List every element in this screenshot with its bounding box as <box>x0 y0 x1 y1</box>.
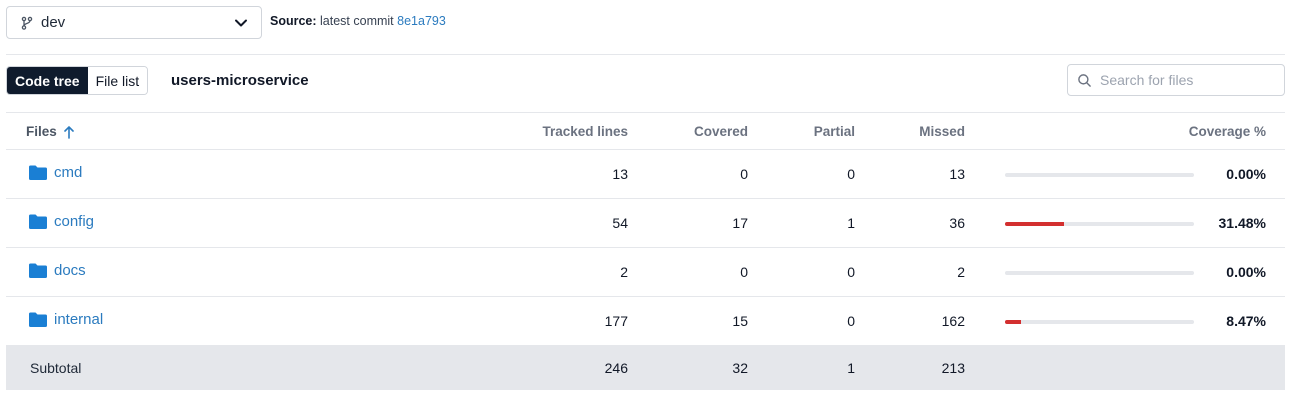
view-toggle: Code tree File list <box>6 66 149 95</box>
table-row: docs 2 0 0 2 0.00% <box>6 248 1285 297</box>
missed-lines: 36 <box>949 215 965 231</box>
coverage-percent: 0.00% <box>1226 166 1266 182</box>
search-input[interactable] <box>1100 72 1280 88</box>
coverage-bar <box>1005 222 1194 226</box>
commit-link[interactable]: 8e1a793 <box>397 14 446 28</box>
folder-name: docs <box>54 262 86 279</box>
tracked-lines: 13 <box>612 166 628 182</box>
folder-icon <box>29 165 47 180</box>
coverage-bar <box>1005 173 1194 177</box>
subtotal-label: Subtotal <box>30 360 82 376</box>
source-label: Source: <box>270 14 317 28</box>
subtotal-partial: 1 <box>847 360 855 376</box>
folder-icon <box>29 312 47 327</box>
source-text: latest commit <box>320 14 394 28</box>
arrow-up-icon <box>63 125 74 139</box>
subtotal-row: Subtotal 246 32 1 213 <box>6 346 1285 390</box>
subtotal-covered: 32 <box>732 360 748 376</box>
header-missed[interactable]: Missed <box>919 124 965 139</box>
tracked-lines: 2 <box>620 264 628 280</box>
coverage-bar-fill <box>1005 320 1021 324</box>
header-files-label: Files <box>26 124 57 139</box>
tracked-lines: 54 <box>612 215 628 231</box>
folder-link-internal[interactable]: internal <box>28 311 103 328</box>
folder-link-docs[interactable]: docs <box>28 262 86 279</box>
coverage-percent: 0.00% <box>1226 264 1266 280</box>
divider <box>6 54 1285 55</box>
source-info: Source: latest commit 8e1a793 <box>270 14 446 28</box>
git-branch-icon <box>21 16 33 30</box>
folder-icon <box>29 214 47 229</box>
header-tracked[interactable]: Tracked lines <box>542 124 628 139</box>
covered-lines: 17 <box>732 215 748 231</box>
coverage-percent: 8.47% <box>1226 313 1266 329</box>
folder-name: cmd <box>54 164 83 181</box>
header-coverage[interactable]: Coverage % <box>1189 124 1266 139</box>
branch-name: dev <box>41 14 66 31</box>
coverage-bar-fill <box>1005 222 1065 226</box>
partial-lines: 0 <box>847 166 855 182</box>
missed-lines: 2 <box>957 264 965 280</box>
header-files[interactable]: Files <box>26 124 75 139</box>
tracked-lines: 177 <box>604 313 628 329</box>
table-header: Files Tracked lines Covered Partial Miss… <box>6 112 1285 150</box>
folder-icon <box>29 263 47 278</box>
table-row: internal 177 15 0 162 8.47% <box>6 297 1285 346</box>
covered-lines: 0 <box>740 166 748 182</box>
covered-lines: 0 <box>740 264 748 280</box>
chevron-down-icon <box>235 19 247 26</box>
search-icon <box>1078 73 1091 87</box>
coverage-percent: 31.48% <box>1218 215 1266 231</box>
file-list-button[interactable]: File list <box>87 67 148 94</box>
coverage-bar <box>1005 271 1194 275</box>
missed-lines: 13 <box>949 166 965 182</box>
coverage-table: Files Tracked lines Covered Partial Miss… <box>6 112 1285 390</box>
branch-select[interactable]: dev <box>6 6 262 39</box>
table-row: cmd 13 0 0 13 0.00% <box>6 150 1285 199</box>
folder-name: internal <box>54 311 104 328</box>
folder-link-cmd[interactable]: cmd <box>28 164 82 181</box>
folder-name: config <box>54 213 95 230</box>
partial-lines: 0 <box>847 264 855 280</box>
partial-lines: 0 <box>847 313 855 329</box>
header-covered[interactable]: Covered <box>694 124 748 139</box>
coverage-bar <box>1005 320 1194 324</box>
missed-lines: 162 <box>941 313 965 329</box>
search-box <box>1067 64 1285 96</box>
code-tree-button[interactable]: Code tree <box>7 67 88 94</box>
table-row: config 54 17 1 36 31.48% <box>6 199 1285 248</box>
repo-name: users-microservice <box>171 72 309 89</box>
subtotal-tracked: 246 <box>604 360 628 376</box>
header-partial[interactable]: Partial <box>814 124 855 139</box>
covered-lines: 15 <box>732 313 748 329</box>
subtotal-missed: 213 <box>941 360 965 376</box>
folder-link-config[interactable]: config <box>28 213 94 230</box>
partial-lines: 1 <box>847 215 855 231</box>
